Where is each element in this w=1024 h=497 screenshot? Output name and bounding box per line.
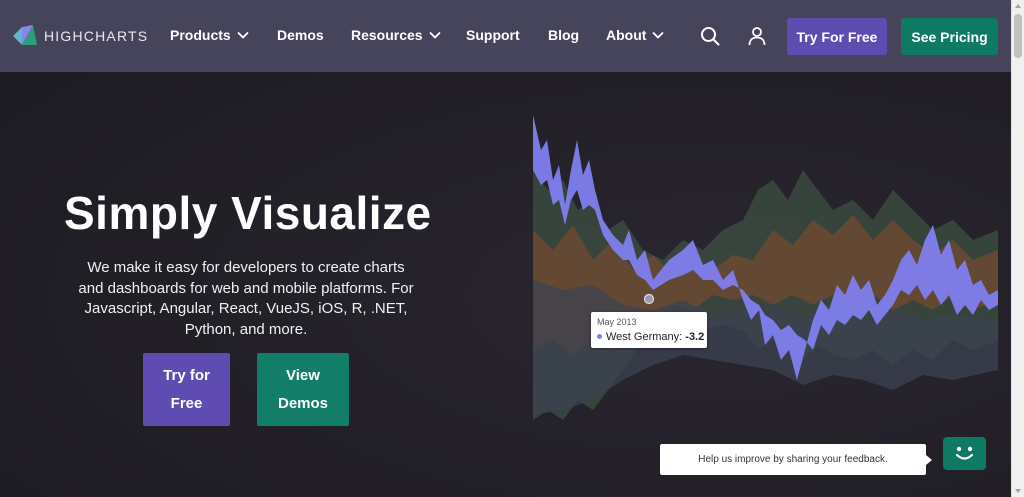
nav-products-label: Products: [170, 27, 231, 43]
feedback-bot-button[interactable]: [943, 437, 986, 470]
tooltip-date: May 2013: [597, 317, 637, 327]
streamgraph-chart[interactable]: [533, 110, 998, 430]
feedback-prompt[interactable]: Help us improve by sharing your feedback…: [660, 444, 926, 475]
hero-description: We make it easy for developers to create…: [78, 259, 414, 338]
see-pricing-button[interactable]: See Pricing: [901, 18, 998, 55]
hover-marker: [643, 293, 655, 305]
hero-view-demos-button[interactable]: View Demos: [257, 353, 349, 426]
logo-mark-icon: [13, 25, 37, 45]
nav-resources[interactable]: Resources: [351, 27, 441, 43]
scroll-thumb[interactable]: [1014, 14, 1022, 58]
nav-about-label: About: [606, 27, 647, 43]
nav-support-label: Support: [466, 27, 520, 43]
user-icon[interactable]: [747, 26, 767, 46]
highcharts-logo[interactable]: HIGHCHARTS: [13, 24, 148, 48]
nav-resources-label: Resources: [351, 27, 423, 43]
nav-blog[interactable]: Blog: [548, 27, 579, 43]
chevron-down-icon: [237, 31, 249, 39]
chevron-down-icon: [428, 31, 441, 39]
page-scrollbar[interactable]: [1011, 0, 1024, 497]
nav-products[interactable]: Products: [170, 27, 249, 43]
scroll-down-arrow-icon[interactable]: [1015, 489, 1021, 493]
hero-title: Simply Visualize: [64, 187, 432, 239]
hero-try-for-free-button[interactable]: Try for Free: [143, 353, 230, 426]
logo-text: HIGHCHARTS: [44, 28, 149, 44]
chevron-down-icon: [652, 31, 665, 39]
search-icon[interactable]: [700, 26, 720, 46]
page: HIGHCHARTS Products Demos Resources Supp…: [0, 0, 1012, 497]
site-header: HIGHCHARTS Products Demos Resources Supp…: [0, 0, 1012, 72]
nav-demos-label: Demos: [277, 27, 324, 43]
tooltip-value: -3.2: [685, 331, 705, 343]
tooltip-series-name: West Germany:: [606, 331, 683, 343]
nav-blog-label: Blog: [548, 27, 580, 43]
hero-try-label: Try for Free: [163, 366, 210, 412]
nav-demos[interactable]: Demos: [277, 27, 324, 43]
feedback-pointer: [926, 455, 932, 465]
scroll-up-arrow-icon[interactable]: [1015, 4, 1021, 8]
smiley-face-icon: [955, 446, 974, 460]
nav-about[interactable]: About: [606, 27, 665, 43]
nav-support[interactable]: Support: [466, 27, 520, 43]
chart-tooltip: May 2013 West Germany: -3.2: [591, 312, 707, 348]
series-dot-icon: [597, 334, 602, 339]
hero-demos-label: View Demos: [277, 366, 329, 412]
feedback-text: Help us improve by sharing your feedback…: [698, 454, 888, 465]
try-for-free-button[interactable]: Try For Free: [787, 18, 887, 55]
tooltip-row: West Germany: -3.2: [597, 331, 704, 343]
